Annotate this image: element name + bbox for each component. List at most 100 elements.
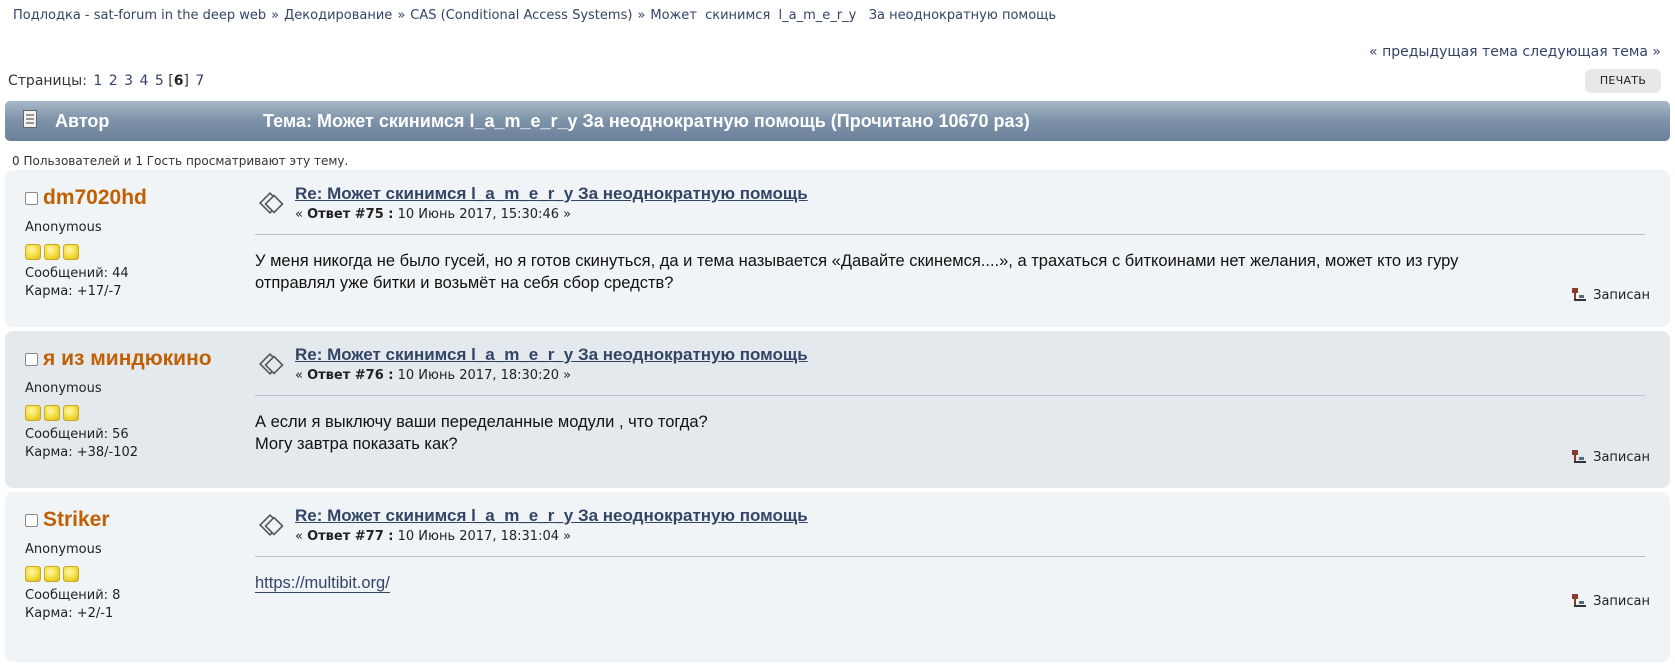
page-link-3[interactable]: 3	[124, 73, 133, 89]
post-line: отправлял уже битки и возьмёт на себя сб…	[255, 274, 674, 292]
rank-stars	[25, 244, 240, 260]
page-link-1[interactable]: 1	[93, 73, 102, 89]
breadcrumb-section-link[interactable]: Декодирование	[284, 8, 392, 23]
rank-star-icon	[63, 566, 79, 582]
ip-logged-icon	[1572, 450, 1587, 463]
post-meta: « Ответ #77 : 10 Июнь 2017, 18:31:04 »	[295, 529, 571, 544]
post-line: У меня никогда не было гусей, но я готов…	[255, 252, 1459, 270]
offline-status-icon	[25, 352, 38, 366]
topic-title-header: Тема: Может скинимся l_a_m_e_r_y За неод…	[263, 111, 1030, 131]
saved-indicator: Записан	[1571, 287, 1650, 303]
post-date: 10 Июнь 2017, 18:31:04 »	[393, 529, 572, 544]
post-text: У меня никогда не было гусей, но я готов…	[255, 250, 1645, 294]
saved-label: Записан	[1593, 593, 1650, 609]
rank-star-icon	[25, 405, 41, 421]
breadcrumb-separator: »	[637, 8, 646, 23]
rank-star-icon	[44, 405, 60, 421]
page-link-4[interactable]: 4	[140, 73, 149, 89]
post-75: dm7020hd Anonymous Сообщений: 44 Карма: …	[5, 170, 1670, 327]
post-divider	[255, 234, 1645, 235]
rank-star-icon	[44, 566, 60, 582]
topic-navigation: « предыдущая тема следующая тема »	[1369, 44, 1661, 60]
post-xx-icon	[259, 352, 284, 376]
post-link[interactable]: https://multibit.org/	[255, 574, 390, 593]
meta-quote: «	[295, 529, 308, 544]
poster-group: Anonymous	[25, 542, 102, 557]
topic-header-bar: Автор Тема: Может скинимся l_a_m_e_r_y З…	[5, 101, 1670, 141]
poster-post-count: Сообщений: 44	[25, 266, 129, 281]
poster-info: Striker Anonymous Сообщений: 8 Карма: +2…	[25, 508, 240, 621]
post-77: Striker Anonymous Сообщений: 8 Карма: +2…	[5, 492, 1670, 662]
pagination-label: Страницы:	[8, 73, 87, 89]
breadcrumb-separator: »	[271, 8, 280, 23]
rank-star-icon	[63, 244, 79, 260]
rank-stars	[25, 405, 240, 421]
post-divider	[255, 395, 1645, 396]
poster-karma: Карма: +38/-102	[25, 445, 139, 460]
post-content: Re: Может скинимся l_a_m_e_r_y За неодно…	[255, 345, 1645, 455]
rank-stars	[25, 566, 240, 582]
post-76: я из миндюкино Anonymous Сообщений: 56 К…	[5, 331, 1670, 488]
post-title-link[interactable]: Re: Может скинимся l_a_m_e_r_y За неодно…	[295, 184, 808, 204]
rank-star-icon	[44, 244, 60, 260]
poster-group: Anonymous	[25, 381, 102, 396]
saved-label: Записан	[1593, 287, 1650, 303]
document-icon	[23, 110, 37, 128]
page-link-5[interactable]: 5	[155, 73, 164, 89]
ip-logged-icon	[1572, 288, 1587, 301]
rank-star-icon	[63, 405, 79, 421]
post-meta: « Ответ #75 : 10 Июнь 2017, 15:30:46 »	[295, 207, 571, 222]
breadcrumb-topic-link[interactable]: Может скинимся l_a_m_e_r_y За неоднократ…	[650, 8, 1056, 23]
offline-status-icon	[25, 513, 38, 527]
reply-number: Ответ #76 :	[307, 368, 394, 383]
rank-star-icon	[25, 566, 41, 582]
saved-indicator: Записан	[1571, 449, 1650, 465]
post-text: https://multibit.org/	[255, 572, 1645, 594]
reply-number: Ответ #77 :	[307, 529, 394, 544]
poster-info: dm7020hd Anonymous Сообщений: 44 Карма: …	[25, 186, 240, 299]
poster-karma: Карма: +2/-1	[25, 606, 114, 621]
poster-name-link[interactable]: я из миндюкино	[43, 347, 212, 371]
poster-name-link[interactable]: Striker	[43, 508, 110, 532]
saved-label: Записан	[1593, 449, 1650, 465]
current-page: [6]	[168, 73, 189, 89]
poster-karma: Карма: +17/-7	[25, 284, 122, 299]
author-column-header: Автор	[55, 111, 110, 131]
reply-number: Ответ #75 :	[307, 207, 394, 222]
breadcrumb-forum-link[interactable]: Подлодка - sat-forum in the deep web	[13, 8, 266, 23]
breadcrumb: Подлодка - sat-forum in the deep web » Дек…	[13, 8, 1056, 23]
post-line: Могу завтра показать как?	[255, 435, 458, 453]
next-topic-link[interactable]: следующая тема »	[1522, 44, 1661, 60]
post-date: 10 Июнь 2017, 15:30:46 »	[393, 207, 572, 222]
breadcrumb-separator: »	[397, 8, 406, 23]
ip-logged-icon	[1572, 594, 1587, 607]
post-xx-icon	[259, 191, 284, 215]
meta-quote: «	[295, 368, 308, 383]
poster-name-link[interactable]: dm7020hd	[43, 186, 147, 210]
poster-info: я из миндюкино Anonymous Сообщений: 56 К…	[25, 347, 240, 460]
poster-post-count: Сообщений: 56	[25, 427, 129, 442]
post-divider	[255, 556, 1645, 557]
post-text: А если я выключу ваши переделанные модул…	[255, 411, 1645, 455]
viewers-info: 0 Пользователей и 1 Гость просматривают …	[12, 154, 349, 168]
print-button[interactable]: ПЕЧАТЬ	[1585, 69, 1661, 93]
post-content: Re: Может скинимся l_a_m_e_r_y За неодно…	[255, 184, 1645, 294]
page-link-7[interactable]: 7	[195, 73, 204, 89]
poster-group: Anonymous	[25, 220, 102, 235]
post-line: А если я выключу ваши переделанные модул…	[255, 413, 708, 431]
post-meta: « Ответ #76 : 10 Июнь 2017, 18:30:20 »	[295, 368, 571, 383]
post-content: Re: Может скинимся l_a_m_e_r_y За неодно…	[255, 506, 1645, 594]
previous-topic-link[interactable]: « предыдущая тема	[1369, 44, 1518, 60]
meta-quote: «	[295, 207, 308, 222]
breadcrumb-board-link[interactable]: CAS (Conditional Access Systems)	[410, 8, 632, 23]
poster-post-count: Сообщений: 8	[25, 588, 121, 603]
page-link-2[interactable]: 2	[109, 73, 118, 89]
post-date: 10 Июнь 2017, 18:30:20 »	[393, 368, 572, 383]
post-title-link[interactable]: Re: Может скинимся l_a_m_e_r_y За неодно…	[295, 345, 808, 365]
post-xx-icon	[259, 513, 284, 537]
post-title-link[interactable]: Re: Может скинимся l_a_m_e_r_y За неодно…	[295, 506, 808, 526]
offline-status-icon	[25, 191, 38, 205]
saved-indicator: Записан	[1571, 593, 1650, 609]
rank-star-icon	[25, 244, 41, 260]
pagination: Страницы: 1 2 3 4 5 [6] 7	[8, 73, 204, 89]
